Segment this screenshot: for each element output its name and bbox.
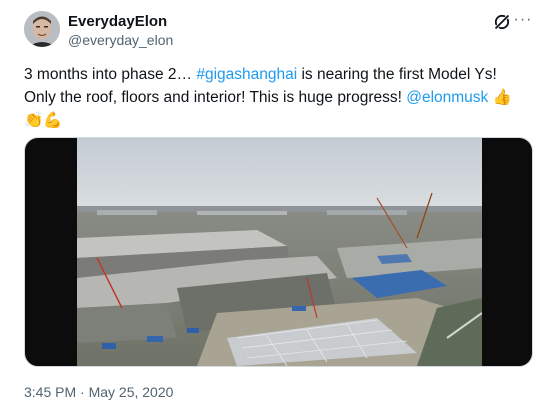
tweet-timestamp[interactable]: 3:45 PM · May 25, 2020 <box>24 383 173 401</box>
video-frame <box>77 138 482 366</box>
author-handle[interactable]: @everyday_elon <box>68 31 173 49</box>
tweet-text: 3 months into phase 2… #gigashanghai is … <box>24 63 524 132</box>
video-player[interactable] <box>24 137 533 367</box>
hashtag-link[interactable]: #gigashanghai <box>196 66 297 83</box>
author-display-name[interactable]: EverydayElon <box>68 13 167 31</box>
grok-icon[interactable] <box>492 12 512 32</box>
tweet-text-part1: 3 months into phase 2… <box>24 66 197 83</box>
tweet-line-3: 👏💪 <box>24 109 524 132</box>
thumbs-up-emoji: 👍 <box>488 89 512 106</box>
tweet-text-line2: Only the roof, floors and interior! This… <box>24 89 407 106</box>
tweet-line-1: 3 months into phase 2… #gigashanghai is … <box>24 63 524 86</box>
avatar[interactable] <box>24 11 60 47</box>
tweet-line-2: Only the roof, floors and interior! This… <box>24 86 524 109</box>
tweet-card[interactable]: EverydayElon @everyday_elon ··· 3 months… <box>0 0 544 413</box>
more-icon[interactable]: ··· <box>512 11 534 31</box>
clap-flex-emoji: 👏💪 <box>24 112 63 129</box>
mention-link[interactable]: @elonmusk <box>406 89 488 106</box>
tweet-text-part2: is nearing the first Model Ys! <box>297 66 497 83</box>
